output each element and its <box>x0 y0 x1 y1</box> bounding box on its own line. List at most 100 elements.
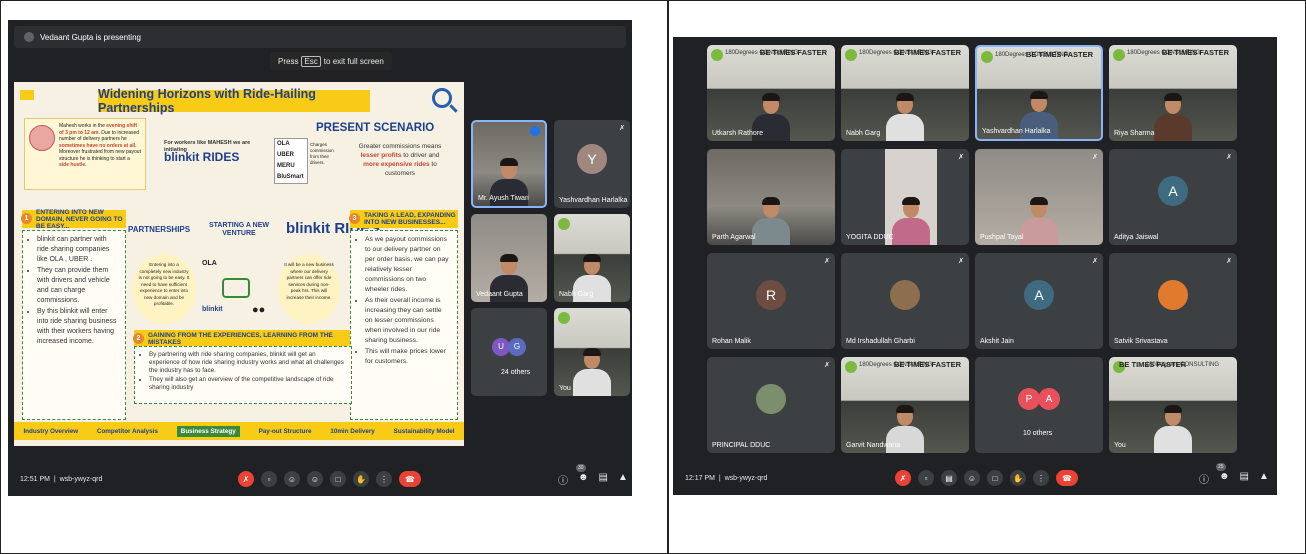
participant-tile[interactable]: ✗ YOGITA DDUC <box>841 149 969 245</box>
activities-icon[interactable]: ▲ <box>618 472 628 487</box>
participant-tile[interactable]: 180Degrees CONSULTING BE TIMES FASTER Ga… <box>841 357 969 453</box>
chat-icon[interactable]: ▤ <box>599 472 608 487</box>
mic-off-icon[interactable]: ✗ <box>238 471 254 487</box>
others-count: 10 others <box>1023 430 1053 437</box>
more-icon[interactable]: ⋮ <box>1033 470 1049 486</box>
story-text: Mahesh works in the <box>59 123 107 129</box>
speaking-icon <box>530 126 540 136</box>
participant-tile[interactable]: 180Degrees CONSULTING BE TIMES FASTER Ri… <box>1109 45 1237 141</box>
hint-post: to exit full screen <box>323 56 384 66</box>
mahesh-photo <box>29 125 55 151</box>
participant-tile[interactable]: ✗ Pushpal Tayal <box>975 149 1103 245</box>
participant-name: Aditya Jaiswal <box>1114 234 1159 241</box>
participant-tile[interactable]: ✗ PRINCIPAL DDUC <box>707 357 835 453</box>
participant-tile[interactable]: Nabh Garg <box>554 214 630 302</box>
participant-tile-self[interactable]: You <box>554 308 630 396</box>
start-venture-label: STARTING A NEW VENTURE <box>208 222 269 237</box>
section-3-box: As we payout commissions to our delivery… <box>350 230 458 420</box>
participant-name: You <box>559 385 571 392</box>
raise-hand-icon[interactable]: ✋ <box>1010 470 1026 486</box>
mic-off-icon[interactable]: ✗ <box>895 470 911 486</box>
mahesh-story: Mahesh works in the evening shift of 3 p… <box>24 118 146 190</box>
presenting-text: Vedaant Gupta is presenting <box>40 32 141 42</box>
participant-tile-self[interactable]: BE TIMES FASTER 180Degrees CONSULTING Yo… <box>1109 357 1237 453</box>
gc-emph: lesser profits <box>360 152 402 159</box>
brand-leaf-icon <box>1113 49 1125 61</box>
captions-icon[interactable]: ▫ <box>261 471 277 487</box>
flow-ola: OLA <box>202 260 217 267</box>
section-number-icon: 1 <box>21 213 32 224</box>
hangup-icon[interactable]: ☎ <box>1056 470 1078 486</box>
people-count-badge: 25 <box>1216 463 1226 471</box>
participant-tile[interactable]: ✗ Y Yashvardhan Harlalka <box>554 120 630 208</box>
section-2-box: By partnering with ride sharing companie… <box>134 346 352 404</box>
participant-tile[interactable]: Parth Agarwal <box>707 149 835 245</box>
meeting-clock: 12:51 PM | wsb-ywyz-qrd <box>20 475 103 483</box>
emoji-icon[interactable]: ☺ <box>284 471 300 487</box>
camera-icon[interactable]: ▫ <box>918 470 934 486</box>
presenter-avatar-icon <box>24 32 34 42</box>
gc-text: to driver and <box>401 152 440 159</box>
banner-slogan: BE TIMES FASTER <box>893 48 961 57</box>
participant-name: Nabh Garg <box>559 291 594 298</box>
participant-tile[interactable]: ✗ A Aditya Jaiswal <box>1109 149 1237 245</box>
others-avatar: G <box>508 337 526 356</box>
participant-photo <box>756 384 786 415</box>
mic-off-icon: ✗ <box>1092 154 1098 161</box>
mic-off-icon: ✗ <box>958 258 964 265</box>
participant-name: You <box>1114 442 1126 449</box>
section-1-title: ENTERING INTO NEW DOMAIN, NEVER GOING TO… <box>36 208 123 230</box>
presented-slide: Widening Horizons with Ride-Hailing Part… <box>14 82 464 446</box>
participant-tile[interactable]: Mr. Ayush Tiwari <box>471 120 547 208</box>
meet-controls-bar: 12:51 PM | wsb-ywyz-qrd ✗ ▫ ☺ ☺ □ ✋ ⋮ ☎ … <box>8 462 632 496</box>
slide-title: Widening Horizons with Ride-Hailing Part… <box>98 87 370 115</box>
participant-tile[interactable]: 180Degrees CONSULTING BE TIMES FASTER Ya… <box>975 45 1103 141</box>
people-icon[interactable]: ☻ <box>1219 471 1230 486</box>
more-icon[interactable]: ⋮ <box>376 471 392 487</box>
present-icon[interactable]: □ <box>987 470 1003 486</box>
present-icon[interactable]: □ <box>330 471 346 487</box>
participant-name: Nabh Garg <box>846 130 881 137</box>
meeting-clock: 12:17 PM | wsb-ywyz-qrd <box>685 474 768 482</box>
info-icon[interactable]: ⓘ <box>558 472 568 487</box>
info-icon[interactable]: ⓘ <box>1199 471 1209 486</box>
participant-tile[interactable]: Vedaant Gupta <box>471 214 547 302</box>
participant-tile[interactable]: ✗ Md Irshadullah Gharbi <box>841 253 969 349</box>
section-3-item: This will make prices lower for customer… <box>365 347 451 367</box>
participant-tile-others[interactable]: P A 10 others <box>975 357 1103 453</box>
people-icon[interactable]: ☻ <box>578 472 589 487</box>
participant-name: Satvik Srivastava <box>1114 338 1168 345</box>
participant-name: Garvit Nandwana <box>846 442 901 449</box>
hangup-icon[interactable]: ☎ <box>399 471 421 487</box>
participant-tile[interactable]: ✗ A Akshit Jain <box>975 253 1103 349</box>
emoji-icon[interactable]: ☺ <box>307 471 323 487</box>
banner-brand: 180Degrees CONSULTING <box>1145 362 1219 368</box>
captions-icon[interactable]: ▤ <box>941 470 957 486</box>
section-number-icon: 3 <box>349 213 360 224</box>
meeting-code: wsb-ywyz-qrd <box>724 474 768 482</box>
partnerships-label: PARTNERSHIPS <box>128 225 191 234</box>
mic-off-icon: ✗ <box>958 154 964 161</box>
call-controls: ✗ ▫ ☺ ☺ □ ✋ ⋮ ☎ <box>238 471 421 487</box>
brand-leaf-icon <box>558 218 570 230</box>
entering-blob: Entering into a completely new industry … <box>132 254 196 324</box>
participant-tile[interactable]: ✗ R Rohan Malik <box>707 253 835 349</box>
new-business-blob: It will be a new business where our deli… <box>278 254 340 324</box>
banner-slogan: BE TIMES FASTER <box>759 48 827 57</box>
participant-video <box>573 348 611 396</box>
chat-icon[interactable]: ▤ <box>1240 471 1249 486</box>
activities-icon[interactable]: ▲ <box>1259 471 1269 486</box>
gc-emph: more expensive rides <box>363 161 430 168</box>
mic-off-icon: ✗ <box>824 258 830 265</box>
participant-video <box>886 93 924 141</box>
participant-tile[interactable]: 180Degrees CONSULTING BE TIMES FASTER Na… <box>841 45 969 141</box>
participant-tile-others[interactable]: U G 24 others <box>471 308 547 396</box>
section-3-item: As their overall income is increasing th… <box>365 296 451 346</box>
emoji-icon[interactable]: ☺ <box>964 470 980 486</box>
nav-business-strategy: Business Strategy <box>176 425 240 437</box>
participant-tile[interactable]: ✗ Satvik Srivastava <box>1109 253 1237 349</box>
raise-hand-icon[interactable]: ✋ <box>353 471 369 487</box>
participant-tile[interactable]: 180Degrees CONSULTING BE TIMES FASTER Ut… <box>707 45 835 141</box>
brand-leaf-icon <box>845 49 857 61</box>
uber-logo: UBER <box>277 152 295 158</box>
